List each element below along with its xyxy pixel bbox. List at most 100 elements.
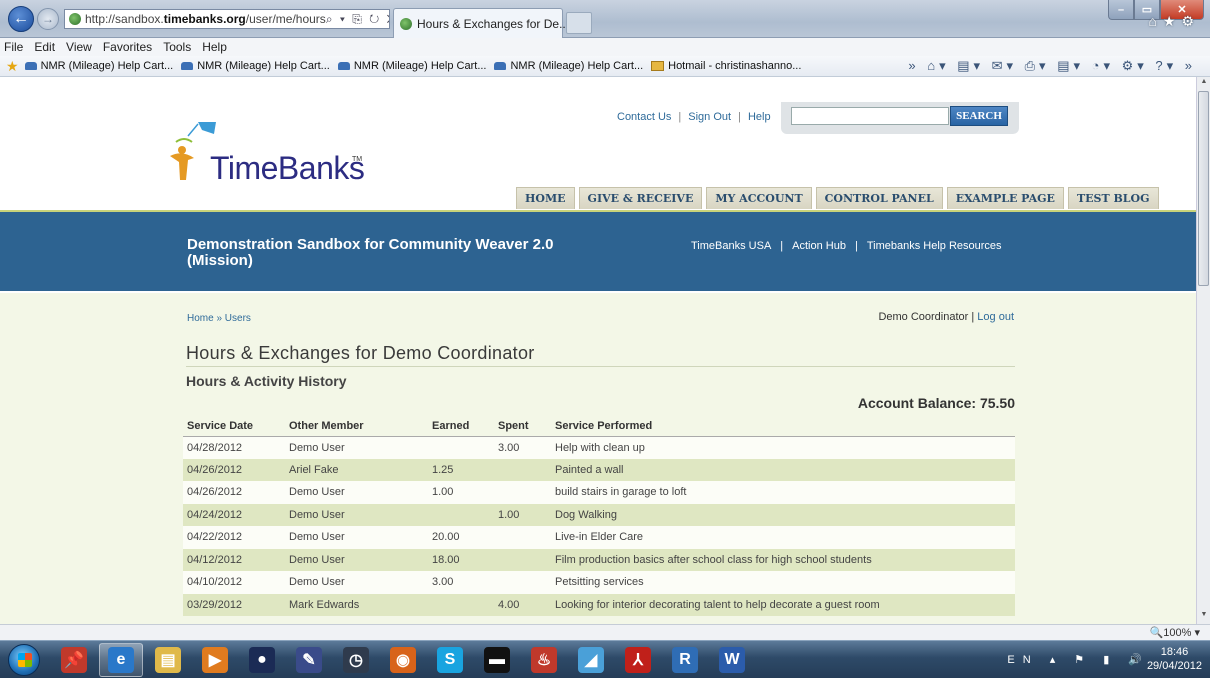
favorite-link[interactable]: NMR (Mileage) Help Cart... [24,60,173,72]
taskbar-app[interactable]: ♨ [522,643,566,677]
scroll-up-icon[interactable]: ▲ [1197,78,1210,90]
menu-edit[interactable]: Edit [34,40,55,54]
timebanks-logo[interactable]: TimeBanks TM [168,120,368,190]
clock[interactable]: 18:46 29/04/2012 [1147,645,1202,673]
member-link[interactable]: Demo User [285,526,428,549]
section-subtitle: Hours & Activity History [186,373,347,389]
skype-icon: S [437,647,463,673]
system-tray[interactable]: EN ▴ ⚑ ▮ 🔊 [1007,653,1150,666]
service-date-cell: 04/28/2012 [183,436,285,459]
member-link[interactable]: Ariel Fake [285,458,428,481]
mission-band: Demonstration Sandbox for Community Weav… [0,210,1196,291]
service-link[interactable]: Live-in Elder Care [551,526,1015,549]
service-link[interactable]: build stairs in garage to loft [551,481,1015,504]
address-bar[interactable]: http://sandbox. timebanks.org/user/me/hou… [64,9,390,29]
service-link[interactable]: Film production basics after school clas… [551,548,1015,571]
file-explorer-icon: ▤ [155,647,181,673]
menu-bar: File Edit View Favorites Tools Help [0,38,1210,56]
table-row: 04/26/2012 Demo User 1.00 build stairs in g… [183,481,1015,504]
sign-out-link[interactable]: Sign Out [688,111,731,123]
service-link[interactable]: Looking for interior decorating talent t… [551,593,1015,616]
service-link[interactable]: Petsitting services [551,571,1015,594]
taskbar-app[interactable]: ▶ [193,643,237,677]
taskbar-app[interactable]: ● [240,643,284,677]
menu-tools[interactable]: Tools [163,40,191,54]
favorite-link[interactable]: NMR (Mileage) Help Cart... [181,60,330,72]
menu-file[interactable]: File [4,40,23,54]
scroll-down-icon[interactable]: ▼ [1197,611,1210,623]
favorite-link[interactable]: NMR (Mileage) Help Cart... [494,60,643,72]
taskbar-app[interactable]: ◢ [569,643,613,677]
new-tab-button[interactable] [566,12,592,34]
earned-cell: 1.25 [428,458,494,481]
service-link[interactable]: Help with clean up [551,436,1015,459]
favorite-link[interactable]: NMR (Mileage) Help Cart... [337,60,486,72]
member-link[interactable]: Demo User [285,436,428,459]
user-app-icon: ● [249,647,275,673]
taskbar-app[interactable]: ✎ [287,643,331,677]
command-bar-icons[interactable]: » ⌂▾ ▤▾ ✉▾ ⎙▾ ▤▾ ◔▾ ⚙▾ ?▾ » [908,58,1196,74]
favorites-star-icon[interactable]: ★ [6,58,19,75]
nav-tab-control-panel[interactable]: CONTROL PANEL [815,187,943,209]
member-link[interactable]: Mark Edwards [285,593,428,616]
taskbar-app[interactable]: 📌 [52,643,96,677]
nav-tab-home[interactable]: HOME [516,187,575,209]
help-link[interactable]: Help [748,111,771,123]
service-link[interactable]: Dog Walking [551,503,1015,526]
table-row: 04/26/2012 Ariel Fake 1.25 Painted a wall [183,458,1015,481]
taskbar-app[interactable]: e [99,643,143,677]
breadcrumb[interactable]: Home » Users [187,313,251,324]
vertical-scrollbar[interactable]: ▲ ▼ [1196,77,1210,624]
minimize-button[interactable]: – [1108,0,1134,20]
member-link[interactable]: Demo User [285,548,428,571]
action-hub-link[interactable]: Action Hub [792,240,846,252]
scrollbar-thumb[interactable] [1198,91,1209,286]
earned-cell: 18.00 [428,548,494,571]
member-link[interactable]: Demo User [285,571,428,594]
home-favorites-tools-icons[interactable]: ⌂★⚙ [1148,13,1200,30]
search-button[interactable]: SEARCH [950,106,1008,126]
taskbar-app[interactable]: ◉ [381,643,425,677]
taskbar-app[interactable]: ▬ [475,643,519,677]
status-bar: 🔍100% ▾ [0,624,1210,640]
menu-view[interactable]: View [66,40,92,54]
favorite-label: NMR (Mileage) Help Cart... [197,60,330,72]
pin-app-icon: 📌 [61,647,87,673]
tab-hours-exchanges[interactable]: Hours & Exchanges for De... ✕ [393,8,579,38]
menu-help[interactable]: Help [202,40,227,54]
service-link[interactable]: Painted a wall [551,458,1015,481]
taskbar-app[interactable]: ▤ [146,643,190,677]
taskbar-app[interactable]: ⅄ [616,643,660,677]
start-button[interactable] [8,644,40,676]
back-button[interactable]: ← [8,6,34,32]
nav-tab-give-receive[interactable]: GIVE & RECEIVE [578,187,703,209]
word-icon: W [719,647,745,673]
nav-tab-example-page[interactable]: EXAMPLE PAGE [946,187,1064,209]
taskbar-app[interactable]: R [663,643,707,677]
col-spent: Spent [494,417,551,437]
logout-link[interactable]: Log out [977,311,1014,323]
member-link[interactable]: Demo User [285,481,428,504]
taskbar-app[interactable]: W [710,643,754,677]
java-icon: ♨ [531,647,557,673]
menu-favorites[interactable]: Favorites [103,40,152,54]
favorite-link[interactable]: Hotmail - christinashanno... [651,60,801,72]
help-resources-link[interactable]: Timebanks Help Resources [867,240,1002,252]
spent-cell [494,481,551,504]
acrobat-icon: ⅄ [625,647,651,673]
member-link[interactable]: Demo User [285,503,428,526]
nav-tab-test-blog[interactable]: TEST BLOG [1067,187,1159,209]
clock-time: 18:46 [1160,646,1189,658]
service-date-cell: 04/10/2012 [183,571,285,594]
timebanks-usa-link[interactable]: TimeBanks USA [691,240,771,252]
nav-tab-my-account[interactable]: MY ACCOUNT [706,187,812,209]
forward-button[interactable]: → [37,8,59,30]
address-tools-icons[interactable]: ⌕ ▾ ⎘ ↻ ✕ [326,12,389,27]
search-input[interactable] [791,107,949,125]
main-content: Home » Users Demo Coordinator | Log out … [0,293,1196,624]
service-date-cell: 04/26/2012 [183,458,285,481]
taskbar-app[interactable]: S [428,643,472,677]
taskbar-app[interactable]: ◷ [334,643,378,677]
contact-us-link[interactable]: Contact Us [617,111,671,123]
zoom-level[interactable]: 🔍100% ▾ [1150,626,1200,639]
